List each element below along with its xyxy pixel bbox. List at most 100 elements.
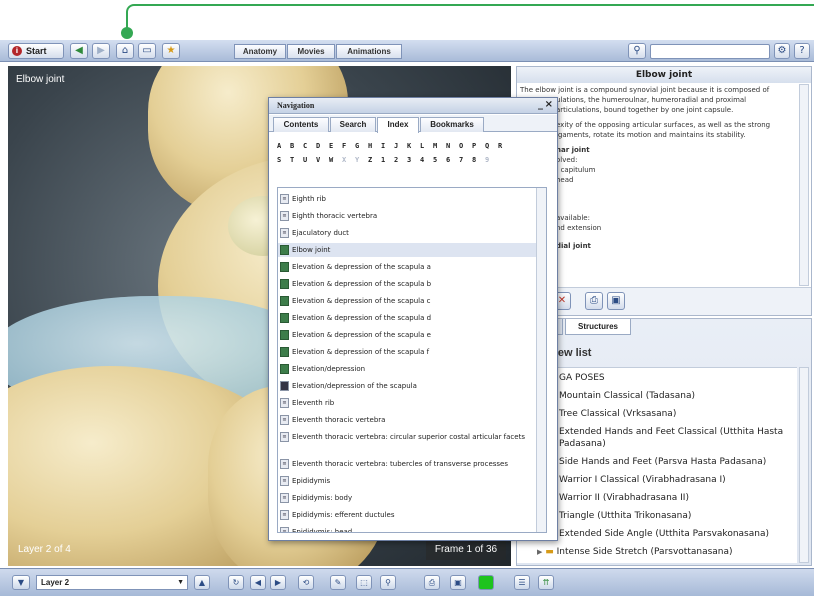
window-button[interactable]: ▭ [138, 43, 156, 59]
rotate-button[interactable]: ↻ [228, 575, 244, 590]
index-item[interactable]: ≡ Epididymis: efferent ductules [278, 508, 536, 522]
index-item[interactable]: ≡ Eleventh thoracic vertebra: circular su… [278, 430, 536, 454]
tab-contents[interactable]: Contents [273, 117, 329, 132]
index-item[interactable]: ≡ Eleventh rib [278, 396, 536, 410]
index-item[interactable]: Elevation & depression of the scapula f [278, 345, 536, 359]
print-view-button[interactable]: ⎙ [424, 575, 440, 590]
index-item[interactable]: ≡ Eleventh thoracic vertebra [278, 413, 536, 427]
index-item[interactable]: ≡ Ejaculatory duct [278, 226, 536, 240]
tab-animations[interactable]: Animations [336, 44, 402, 59]
search-button[interactable]: ⚲ [628, 43, 646, 59]
index-letter[interactable]: V [316, 156, 329, 164]
layer-up-button[interactable]: ▲ [194, 575, 210, 590]
pin-tool-button[interactable]: ✎ [330, 575, 346, 590]
index-letter[interactable]: N [446, 142, 459, 150]
list-item[interactable]: ▶ ▬ Intense Side Stretch (Parsvottanasan… [537, 546, 733, 558]
tab-movies[interactable]: Movies [287, 44, 335, 59]
list-item[interactable]: Mountain Classical (Tadasana) [559, 390, 695, 402]
print-button[interactable]: ⎙ [585, 292, 603, 310]
index-item[interactable]: ≡ Eighth thoracic vertebra [278, 209, 536, 223]
next-frame-button[interactable]: ▶ [270, 575, 286, 590]
close-button[interactable]: × [545, 99, 553, 110]
minimize-button[interactable]: _ [538, 99, 543, 110]
index-letter[interactable]: G [355, 142, 368, 150]
view-list-scrollbar[interactable] [799, 367, 809, 563]
index-letter[interactable]: Q [485, 142, 498, 150]
list-item[interactable]: Extended Hands and Feet Classical (Utthi… [559, 426, 783, 438]
index-letter[interactable]: I [381, 142, 394, 150]
index-letter[interactable]: 3 [407, 156, 420, 164]
list-item[interactable]: Tree Classical (Vrksasana) [559, 408, 676, 420]
index-letter[interactable]: A [277, 142, 290, 150]
index-letter[interactable]: Z [368, 156, 381, 164]
index-letter[interactable]: K [407, 142, 420, 150]
forward-button[interactable]: ▶ [92, 43, 110, 59]
index-letter[interactable]: J [394, 142, 407, 150]
search-input[interactable] [650, 44, 770, 59]
home-button[interactable]: ⌂ [116, 43, 134, 59]
tab-search[interactable]: Search [330, 117, 376, 132]
index-item[interactable]: ≡ Eighth rib [278, 192, 536, 206]
index-item[interactable]: Elevation & depression of the scapula a [278, 260, 536, 274]
index-letter[interactable]: O [459, 142, 472, 150]
index-letter[interactable]: B [290, 142, 303, 150]
save-view-button[interactable]: ▣ [450, 575, 466, 590]
index-letter[interactable]: 7 [459, 156, 472, 164]
export-button[interactable]: ☰ [514, 575, 530, 590]
green-toggle-button[interactable] [478, 575, 494, 590]
index-item[interactable]: Elevation & depression of the scapula b [278, 277, 536, 291]
index-letter[interactable]: P [472, 142, 485, 150]
index-letter[interactable]: R [498, 142, 511, 150]
layer-select[interactable]: Layer 2 ▼ [36, 575, 188, 590]
prev-frame-button[interactable]: ◀ [250, 575, 266, 590]
index-letter[interactable]: T [290, 156, 303, 164]
index-letter[interactable]: F [342, 142, 355, 150]
zoom-button[interactable]: ⚲ [380, 575, 396, 590]
index-item[interactable]: Elevation & depression of the scapula e [278, 328, 536, 342]
index-item[interactable]: ≡ Epididymis [278, 474, 536, 488]
info-scrollbar[interactable] [799, 84, 809, 286]
index-letter[interactable]: E [329, 142, 342, 150]
index-item[interactable]: ≡ Epididymis: head [278, 525, 536, 532]
select-tool-button[interactable]: ⬚ [356, 575, 372, 590]
favorites-button[interactable]: ★ [162, 43, 180, 59]
index-letter[interactable]: H [368, 142, 381, 150]
expand-arrow-icon[interactable]: ▶ [537, 548, 542, 556]
index-letter[interactable]: C [303, 142, 316, 150]
index-letter[interactable]: 2 [394, 156, 407, 164]
index-letter[interactable]: Y [355, 156, 368, 164]
index-letter[interactable]: 4 [420, 156, 433, 164]
list-item[interactable]: GA POSES [559, 372, 605, 384]
index-letter[interactable]: M [433, 142, 446, 150]
index-item[interactable]: Elbow joint [278, 243, 536, 257]
index-letter[interactable]: W [329, 156, 342, 164]
tab-anatomy[interactable]: Anatomy [234, 44, 286, 59]
navigation-header[interactable]: Navigation _ × [269, 98, 557, 114]
layers-button[interactable]: ▼ [12, 575, 30, 590]
save-button[interactable]: ▣ [607, 292, 625, 310]
settings-button[interactable]: ⚙ [774, 43, 790, 59]
list-item[interactable]: Warrior I Classical (Virabhadrasana I) [559, 474, 726, 486]
index-item[interactable]: Elevation/depression of the scapula [278, 379, 536, 393]
list-item[interactable]: Side Hands and Feet (Parsva Hasta Padasa… [559, 456, 766, 468]
index-letter[interactable]: 8 [472, 156, 485, 164]
index-letter[interactable]: L [420, 142, 433, 150]
index-scrollbar[interactable] [536, 188, 546, 532]
index-letter[interactable]: X [342, 156, 355, 164]
index-letter[interactable]: 1 [381, 156, 394, 164]
reset-button[interactable]: ⟲ [298, 575, 314, 590]
back-button[interactable]: ◀ [70, 43, 88, 59]
tab-bookmarks[interactable]: Bookmarks [420, 117, 484, 132]
index-item[interactable]: Elevation & depression of the scapula c [278, 294, 536, 308]
index-item[interactable]: Elevation & depression of the scapula d [278, 311, 536, 325]
list-item[interactable]: Triangle (Utthita Trikonasana) [559, 510, 691, 522]
index-item[interactable]: Elevation/depression [278, 362, 536, 376]
index-item[interactable]: ≡ Eleventh thoracic vertebra: tubercles o… [278, 457, 536, 471]
expand-button[interactable]: ⇈ [538, 575, 554, 590]
list-item[interactable]: Extended Side Angle (Utthita Parsvakonas… [559, 528, 769, 540]
list-item[interactable]: Warrior II (Virabhadrasana II) [559, 492, 689, 504]
index-letter[interactable]: S [277, 156, 290, 164]
index-letter[interactable]: 9 [485, 156, 498, 164]
tab-structures[interactable]: Structures [565, 319, 631, 335]
list-item[interactable]: Padasana) [559, 438, 606, 450]
